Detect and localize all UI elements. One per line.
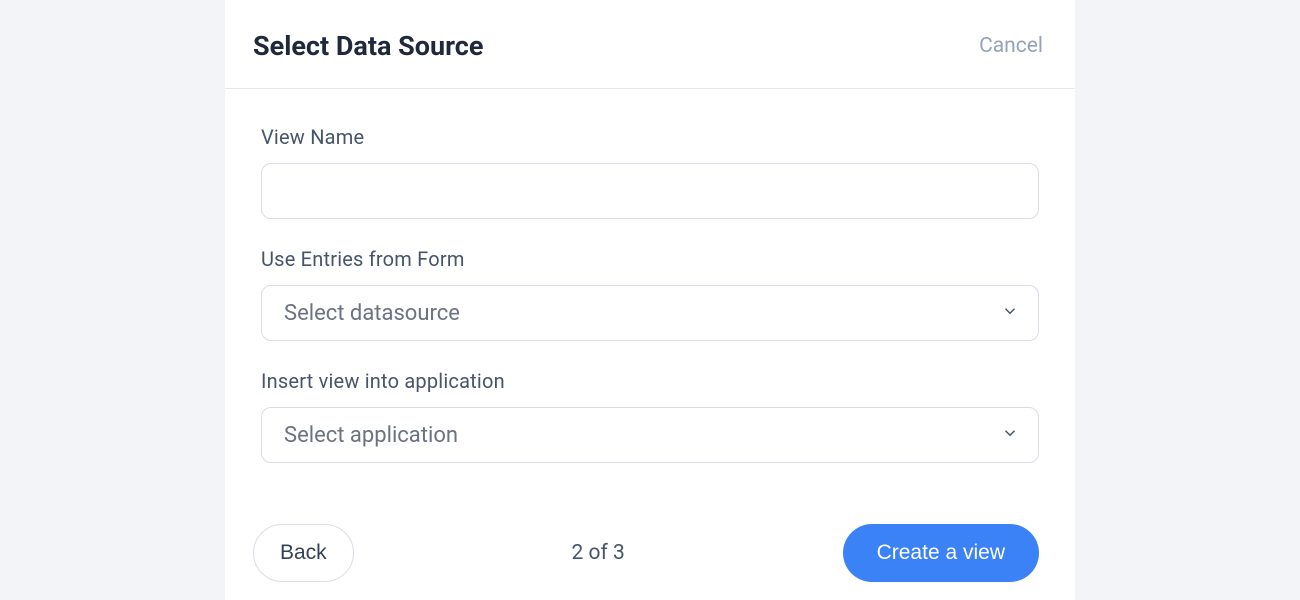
modal-title: Select Data Source <box>253 30 483 62</box>
field-application: Insert view into application Select appl… <box>261 369 1039 463</box>
pagination-indicator: 2 of 3 <box>571 541 624 565</box>
modal-select-data-source: Select Data Source Cancel View Name Use … <box>225 0 1075 600</box>
datasource-label: Use Entries from Form <box>261 247 1039 271</box>
cancel-button[interactable]: Cancel <box>979 34 1043 58</box>
modal-footer: Back 2 of 3 Create a view <box>225 506 1075 600</box>
view-name-label: View Name <box>261 125 1039 149</box>
datasource-select[interactable]: Select datasource <box>261 285 1039 341</box>
back-button[interactable]: Back <box>253 524 354 582</box>
view-name-input[interactable] <box>261 163 1039 219</box>
datasource-select-value: Select datasource <box>261 285 1039 341</box>
create-view-button[interactable]: Create a view <box>843 524 1039 582</box>
application-select[interactable]: Select application <box>261 407 1039 463</box>
field-view-name: View Name <box>261 125 1039 219</box>
application-select-value: Select application <box>261 407 1039 463</box>
modal-body: View Name Use Entries from Form Select d… <box>225 89 1075 506</box>
field-datasource: Use Entries from Form Select datasource <box>261 247 1039 341</box>
modal-header: Select Data Source Cancel <box>225 0 1075 89</box>
application-label: Insert view into application <box>261 369 1039 393</box>
